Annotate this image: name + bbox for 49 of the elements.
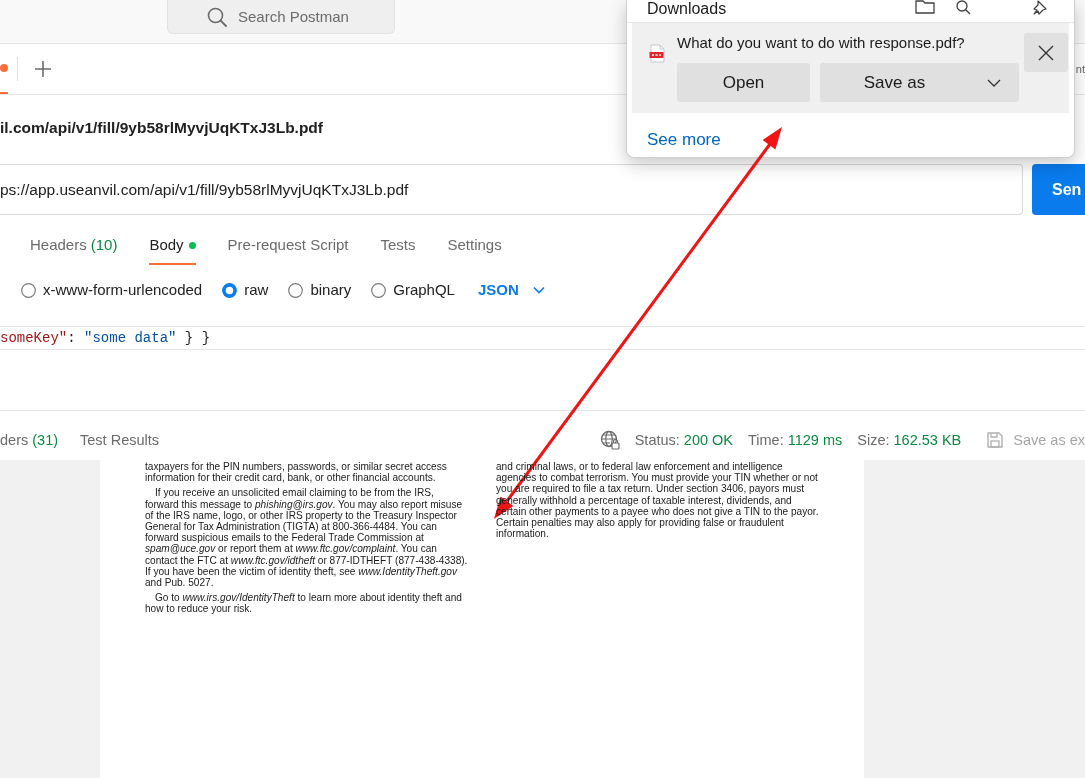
status-value: 1129 ms <box>787 431 843 450</box>
globe-lock-icon[interactable] <box>599 430 620 450</box>
chevron-down-icon <box>532 286 545 294</box>
radio-icon[interactable] <box>288 282 304 298</box>
status-label: Size: <box>857 431 890 450</box>
document-paragraph: If you receive an unsolicited email claiming to be from the IRS, forward this message to phishing@irs.gov. You may also report misuse of the IRS name, logo, or other IRS property to the Treasury Inspector General for Tax Administration (TIGTA) at 800-366-4484. You can forward suspicious emails to the Federal Trade Commission at spam@uce.gov or report them at www.ftc.gov/complaint. You can contact the FTC at www.ftc.gov/idtheft or 877-IDTHEFT (877-438-4338). If you have been the victim of identity theft, see www.IdentityTheft.gov and Pub. 5027. <box>145 487 469 589</box>
save-icon <box>986 431 1005 449</box>
request-section-tab[interactable]: Tests <box>380 235 416 265</box>
new-tab-button[interactable] <box>34 60 52 78</box>
body-type-option[interactable]: x-www-form-urlencoded <box>21 280 203 300</box>
request-section-tab[interactable]: Settings <box>447 235 502 265</box>
close-button[interactable] <box>1024 33 1068 72</box>
status-label: Status: <box>634 431 680 450</box>
code-line: someKey": "some data" } } <box>0 329 211 348</box>
partial-label: nt <box>1075 63 1085 75</box>
response-tab[interactable]: Test Results <box>80 430 160 452</box>
see-more-link[interactable]: See more <box>647 129 721 151</box>
search-icon[interactable] <box>956 0 971 15</box>
pdf-file-icon <box>649 44 665 63</box>
body-type-option[interactable]: binary <box>288 280 352 300</box>
folder-icon[interactable] <box>915 0 935 14</box>
url-field[interactable]: ps://app.useanvil.com/api/v1/fill/9yb58rlMyvjUqKTxJ3Lb.pdf <box>0 164 1023 215</box>
close-icon <box>1038 44 1054 61</box>
radio-icon[interactable] <box>21 282 36 298</box>
radio-icon[interactable] <box>371 282 387 298</box>
document-paragraph: Go to www.irs.gov/IdentityTheft to learn more about identity theft and how to reduce your risk. <box>145 592 463 615</box>
request-section-tab[interactable]: Headers (10) <box>30 235 118 265</box>
send-button[interactable]: Sen <box>1032 164 1085 215</box>
search-field[interactable]: Search Postman <box>167 0 395 34</box>
request-section-tab[interactable]: Pre-request Script <box>227 235 349 265</box>
panel-title: Downloads <box>647 0 727 17</box>
download-prompt: What do you want to do with response.pdf? <box>677 33 966 53</box>
search-icon <box>207 7 227 27</box>
response-tab[interactable]: ders (31) <box>0 430 59 452</box>
body-type-option[interactable]: GraphQL <box>371 280 455 300</box>
body-type-option[interactable]: raw <box>222 280 269 300</box>
status-label: Time: <box>748 431 784 450</box>
status-value: 200 OK <box>683 431 733 450</box>
format-dropdown[interactable]: JSON <box>477 280 545 300</box>
radio-icon[interactable] <box>222 282 238 298</box>
document-paragraph: taxpayers for the PIN numbers, passwords, or similar secret access information for their credit card, bank, or other financial accounts. <box>145 461 448 484</box>
status-value: 162.53 KB <box>893 431 962 450</box>
plus-icon <box>34 60 52 78</box>
request-title: il.com/api/v1/fill/9yb58rlMyvjUqKTxJ3Lb.pdf <box>0 117 323 138</box>
pin-icon[interactable] <box>1033 0 1047 15</box>
request-section-tab[interactable]: Body <box>149 235 196 265</box>
save-as-button[interactable]: Save as <box>820 63 1019 102</box>
open-button[interactable]: Open <box>677 63 810 102</box>
chevron-down-icon <box>987 79 1001 87</box>
